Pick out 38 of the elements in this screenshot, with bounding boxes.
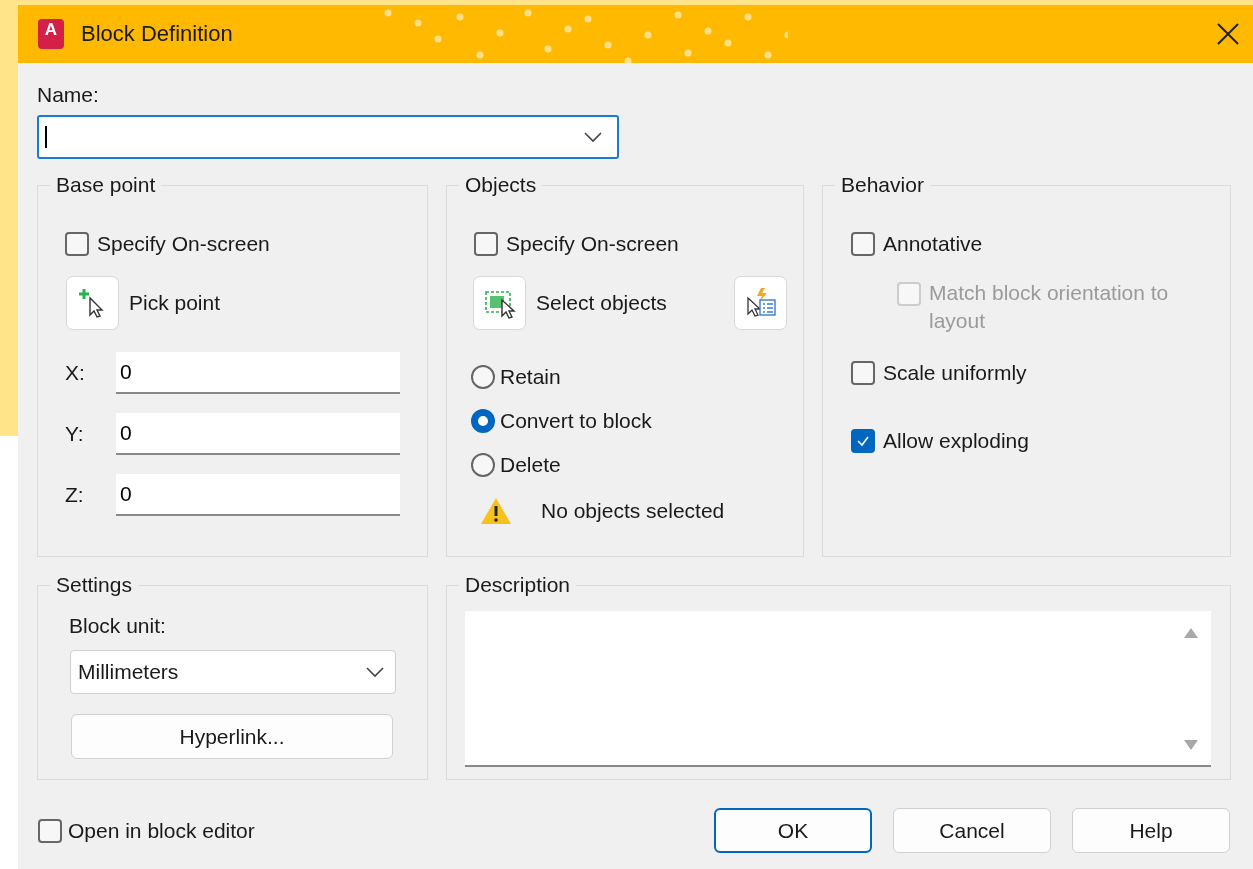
checkbox[interactable]: Scale uniformly [851,361,1027,385]
dialog-button[interactable]: Cancel [893,808,1051,853]
checkbox[interactable]: Specify On-screen [65,232,270,256]
checkbox[interactable]: Open in block editor [38,818,255,843]
button-label: Pick point [129,291,221,315]
check-icon [856,434,870,448]
scroll-down-icon[interactable] [1183,739,1199,751]
radio-button[interactable]: Delete [471,453,561,477]
radio-button[interactable]: Retain [471,365,561,389]
coordinate-field[interactable]: 0 [116,352,400,394]
chevron-down-icon [583,131,603,143]
unit-dropdown[interactable]: Millimeters [70,650,396,694]
dialog-button[interactable]: OK [714,808,872,853]
scroll-up-icon[interactable] [1183,627,1199,639]
coordinate-field[interactable]: 0 [116,474,400,516]
checkbox[interactable]: Allow exploding [851,429,1029,453]
warning-message: No objects selected [541,499,725,523]
checkbox[interactable]: Specify On-screen [474,232,679,256]
select-objects-button[interactable] [473,276,526,330]
radio-button[interactable]: Convert to block [471,409,652,433]
coordinate-label: Z: [65,483,85,507]
hyperlink-button[interactable]: Hyperlink... [71,714,393,759]
coordinate-label: X: [65,361,86,385]
field-label: Block unit: [69,614,166,638]
coordinate-label: Y: [65,422,85,446]
chevron-down-icon [365,666,385,678]
checkbox[interactable]: Annotative [851,232,983,256]
description-field[interactable] [465,611,1211,767]
warning-icon [480,497,512,525]
window-title: Block Definition [81,21,233,47]
quick-select-button[interactable] [734,276,787,330]
pick-point-button[interactable] [66,276,119,330]
app-icon: A [38,19,64,49]
dialog-button[interactable]: Help [1072,808,1230,853]
field-label: Name: [37,83,100,107]
coordinate-field[interactable]: 0 [116,413,400,455]
name-combo-box[interactable] [37,115,619,159]
button-label: Select objects [536,291,668,315]
